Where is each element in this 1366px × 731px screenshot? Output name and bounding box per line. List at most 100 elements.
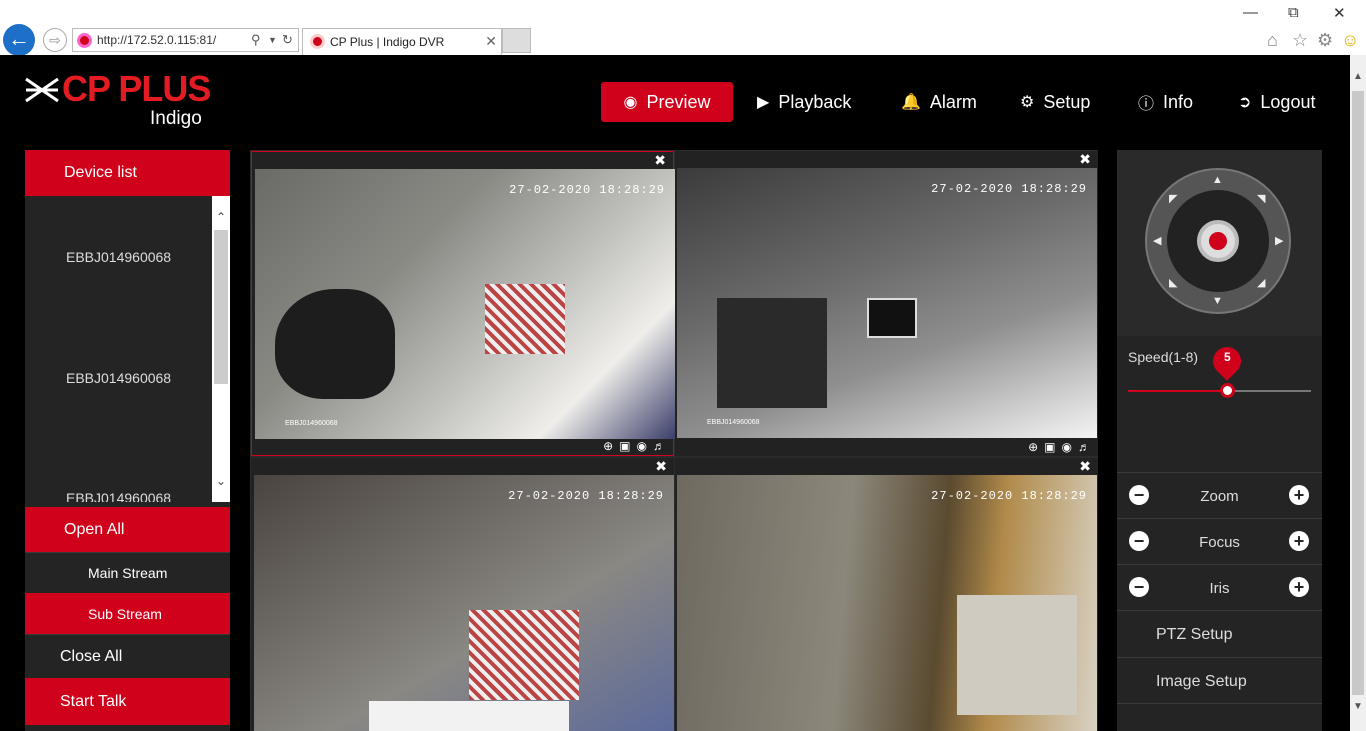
nav-alarm[interactable]: 🔔 Alarm bbox=[901, 82, 977, 122]
main-stream-button[interactable]: Main Stream bbox=[25, 552, 230, 593]
page-scroll-thumb[interactable] bbox=[1352, 91, 1364, 695]
pan-down-left-icon[interactable]: ◣ bbox=[1169, 276, 1177, 289]
focus-plus-icon[interactable]: + bbox=[1289, 531, 1309, 551]
pan-left-icon[interactable]: ◀ bbox=[1153, 234, 1161, 247]
minimize-icon[interactable]: — bbox=[1243, 4, 1258, 21]
close-video-icon[interactable]: ✖ bbox=[1079, 458, 1091, 475]
page-scroll-down-icon[interactable]: ▼ bbox=[1353, 701, 1363, 712]
nav-logout-label: Logout bbox=[1260, 91, 1316, 112]
audio-speaker-icon[interactable]: ♬ bbox=[1078, 440, 1090, 454]
page-scroll-up-icon[interactable]: ▲ bbox=[1353, 71, 1363, 82]
image-setup-button[interactable]: Image Setup bbox=[1117, 657, 1322, 704]
scroll-thumb[interactable] bbox=[214, 230, 228, 384]
snapshot-camera-icon[interactable]: ◉ bbox=[637, 439, 647, 453]
pan-up-right-icon[interactable]: ◥ bbox=[1257, 192, 1265, 205]
restore-icon[interactable]: ⧉ bbox=[1288, 4, 1299, 21]
video-subject-shape bbox=[275, 289, 395, 399]
nav-setup-label: Setup bbox=[1043, 91, 1091, 112]
video-cell-1[interactable]: ✖ 27-02-2020 18:28:29 EBBJ014960068 ⊕ ▣ … bbox=[251, 151, 675, 456]
device-list-header[interactable]: Device list bbox=[25, 150, 230, 196]
video-subject-shape bbox=[717, 298, 827, 408]
video-cell-2[interactable]: ✖ 27-02-2020 18:28:29 EBBJ014960068 ⊕ ▣ … bbox=[675, 151, 1098, 456]
home-icon[interactable]: ⌂ bbox=[1267, 30, 1278, 51]
device-list-scrollbar[interactable]: ⌃ ⌄ bbox=[212, 196, 230, 502]
image-setup-label: Image Setup bbox=[1156, 673, 1247, 690]
focus-row: − Focus + bbox=[1117, 518, 1322, 564]
pan-down-right-icon[interactable]: ◢ bbox=[1257, 276, 1265, 289]
video-feed[interactable]: 27-02-2020 18:28:29 EBBJ014960068 bbox=[255, 169, 675, 439]
video-feed[interactable]: 27-02-2020 18:28:29 bbox=[254, 475, 674, 731]
nav-preview[interactable]: ◉ Preview bbox=[601, 82, 733, 122]
video-subject-shape bbox=[867, 298, 917, 338]
nav-setup[interactable]: ⚙ Setup bbox=[1020, 82, 1090, 122]
nav-logout[interactable]: ➲ Logout bbox=[1238, 82, 1315, 122]
site-favicon-icon bbox=[77, 33, 92, 48]
back-button[interactable]: ← bbox=[3, 24, 35, 56]
pan-up-left-icon[interactable]: ◤ bbox=[1169, 192, 1177, 205]
close-video-icon[interactable]: ✖ bbox=[1079, 151, 1091, 168]
pan-down-icon[interactable]: ▼ bbox=[1212, 295, 1223, 307]
snapshot-camera-icon[interactable]: ◉ bbox=[1062, 440, 1072, 454]
iris-row: − Iris + bbox=[1117, 564, 1322, 610]
close-all-button[interactable]: Close All bbox=[25, 634, 230, 678]
address-bar[interactable]: http://172.52.0.115:81/ ⚲ ▼ ↻ bbox=[72, 28, 299, 52]
open-all-button[interactable]: Open All bbox=[25, 507, 230, 552]
device-item[interactable]: EBBJ014960068 bbox=[66, 370, 171, 386]
close-all-label: Close All bbox=[60, 647, 123, 665]
device-item[interactable]: EBBJ014960068 bbox=[66, 490, 171, 502]
video-feed[interactable]: 27-02-2020 18:28:29 EBBJ014960068 bbox=[677, 168, 1097, 438]
dropdown-icon[interactable]: ▼ bbox=[268, 35, 277, 45]
ptz-panel: ▲ ▼ ◀ ▶ ◤ ◥ ◣ ◢ Speed(1-8) 5 − Zoom + − … bbox=[1117, 150, 1322, 731]
close-video-icon[interactable]: ✖ bbox=[654, 152, 666, 169]
browser-tab[interactable]: CP Plus | Indigo DVR ✕ bbox=[302, 28, 502, 55]
video-subject-shape bbox=[485, 284, 565, 354]
record-dot-icon bbox=[1209, 232, 1227, 250]
settings-gear-icon[interactable]: ⚙ bbox=[1317, 30, 1333, 51]
page-scrollbar[interactable]: ▲ ▼ bbox=[1350, 55, 1366, 731]
dvr-page: CP PLUS Indigo ◉ Preview ▶ Playback 🔔 Al… bbox=[0, 55, 1350, 731]
iris-plus-icon[interactable]: + bbox=[1289, 577, 1309, 597]
video-camera-label: EBBJ014960068 bbox=[707, 419, 760, 426]
close-window-icon[interactable]: ✕ bbox=[1333, 4, 1346, 22]
video-cell-header: ✖ bbox=[251, 458, 674, 475]
pan-right-icon[interactable]: ▶ bbox=[1275, 234, 1283, 247]
device-panel: Device list EBBJ014960068 EBBJ014960068 … bbox=[25, 150, 230, 731]
zoom-in-icon[interactable]: ⊕ bbox=[603, 439, 613, 453]
ptz-setup-button[interactable]: PTZ Setup bbox=[1117, 610, 1322, 657]
speed-label: Speed(1-8) bbox=[1128, 349, 1199, 365]
speed-slider-handle[interactable] bbox=[1220, 383, 1236, 398]
new-tab-button[interactable] bbox=[502, 28, 531, 53]
video-subject-shape bbox=[469, 610, 579, 700]
device-item[interactable]: EBBJ014960068 bbox=[66, 249, 171, 265]
scroll-down-icon[interactable]: ⌄ bbox=[216, 474, 226, 488]
record-video-icon[interactable]: ▣ bbox=[1044, 440, 1055, 454]
pan-up-icon[interactable]: ▲ bbox=[1212, 174, 1223, 186]
address-url[interactable]: http://172.52.0.115:81/ bbox=[97, 33, 216, 47]
video-cell-3[interactable]: ✖ 27-02-2020 18:28:29 bbox=[251, 458, 674, 731]
refresh-icon[interactable]: ↻ bbox=[282, 32, 293, 48]
tab-favicon-icon bbox=[310, 34, 325, 49]
forward-button[interactable]: ⇨ bbox=[43, 28, 67, 52]
ptz-direction-pad[interactable]: ▲ ▼ ◀ ▶ ◤ ◥ ◣ ◢ bbox=[1145, 168, 1291, 314]
nav-preview-label: Preview bbox=[646, 91, 711, 112]
zoom-in-icon[interactable]: ⊕ bbox=[1028, 440, 1038, 454]
video-controls: ⊕ ▣ ◉ ♬ bbox=[1028, 438, 1090, 456]
start-talk-button[interactable]: Start Talk bbox=[25, 678, 230, 725]
sub-stream-label: Sub Stream bbox=[88, 605, 162, 622]
close-video-icon[interactable]: ✖ bbox=[655, 458, 667, 475]
search-icon[interactable]: ⚲ bbox=[251, 32, 261, 48]
video-cell-4[interactable]: ✖ 27-02-2020 18:28:29 bbox=[675, 458, 1098, 731]
scroll-up-icon[interactable]: ⌃ bbox=[216, 210, 226, 224]
nav-info[interactable]: ⓘ Info bbox=[1138, 82, 1193, 122]
sub-stream-button[interactable]: Sub Stream bbox=[25, 593, 230, 634]
gear-icon: ⚙ bbox=[1020, 94, 1035, 111]
zoom-in-icon[interactable]: + bbox=[1289, 485, 1309, 505]
nav-playback[interactable]: ▶ Playback bbox=[757, 82, 851, 122]
audio-speaker-icon[interactable]: ♬ bbox=[653, 439, 665, 453]
favorites-star-icon[interactable]: ☆ bbox=[1292, 30, 1308, 51]
ptz-center-button[interactable] bbox=[1197, 220, 1239, 262]
close-tab-icon[interactable]: ✕ bbox=[485, 33, 497, 50]
video-feed[interactable]: 27-02-2020 18:28:29 bbox=[677, 475, 1097, 731]
feedback-smiley-icon[interactable]: ☺ bbox=[1341, 30, 1359, 51]
record-video-icon[interactable]: ▣ bbox=[619, 439, 630, 453]
